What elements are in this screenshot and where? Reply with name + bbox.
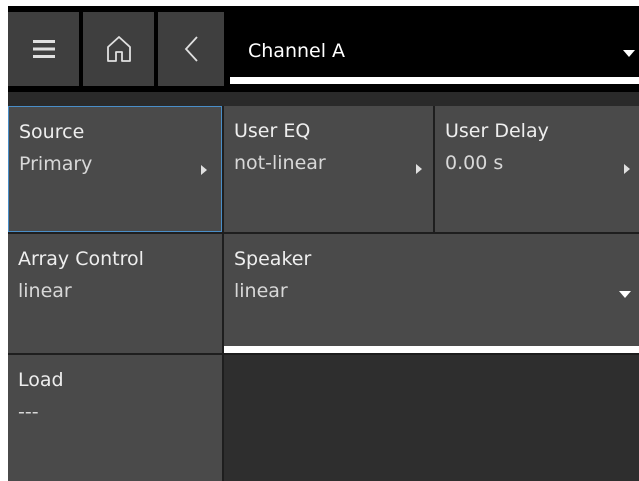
app-frame: Channel A Source Primary User EQ not-lin… xyxy=(8,6,639,481)
chevron-left-icon xyxy=(184,36,198,62)
caret-right-icon xyxy=(201,165,207,175)
load-tile[interactable]: Load --- xyxy=(8,355,222,481)
caret-right-icon xyxy=(624,164,630,174)
home-button[interactable] xyxy=(83,12,154,86)
source-tile[interactable]: Source Primary xyxy=(8,106,222,232)
caret-down-icon xyxy=(619,291,631,298)
user-delay-value: 0.00 s xyxy=(445,152,504,174)
array-control-title: Array Control xyxy=(18,248,144,270)
array-control-value: linear xyxy=(18,280,72,302)
channel-label: Channel A xyxy=(248,40,346,62)
speaker-underline xyxy=(224,346,639,353)
caret-down-icon xyxy=(623,50,635,57)
speaker-selector[interactable]: Speaker linear xyxy=(224,234,639,346)
header-separator xyxy=(8,92,639,106)
home-icon xyxy=(106,36,131,62)
back-button[interactable] xyxy=(158,12,224,86)
channel-selector[interactable]: Channel A xyxy=(230,12,639,80)
user-eq-tile[interactable]: User EQ not-linear xyxy=(224,106,433,232)
empty-area xyxy=(224,355,639,481)
source-title: Source xyxy=(19,121,85,143)
user-eq-value: not-linear xyxy=(234,152,326,174)
menu-button[interactable] xyxy=(8,12,79,86)
speaker-value: linear xyxy=(234,280,288,302)
source-value: Primary xyxy=(19,153,93,175)
caret-right-icon xyxy=(416,164,422,174)
load-value: --- xyxy=(18,401,39,423)
user-delay-title: User Delay xyxy=(445,120,549,142)
user-delay-tile[interactable]: User Delay 0.00 s xyxy=(435,106,639,232)
top-bar: Channel A xyxy=(8,6,639,92)
user-eq-title: User EQ xyxy=(234,120,311,142)
speaker-title: Speaker xyxy=(234,248,312,270)
channel-underline xyxy=(230,77,639,84)
array-control-tile[interactable]: Array Control linear xyxy=(8,234,222,353)
hamburger-icon xyxy=(32,40,55,58)
load-title: Load xyxy=(18,369,64,391)
